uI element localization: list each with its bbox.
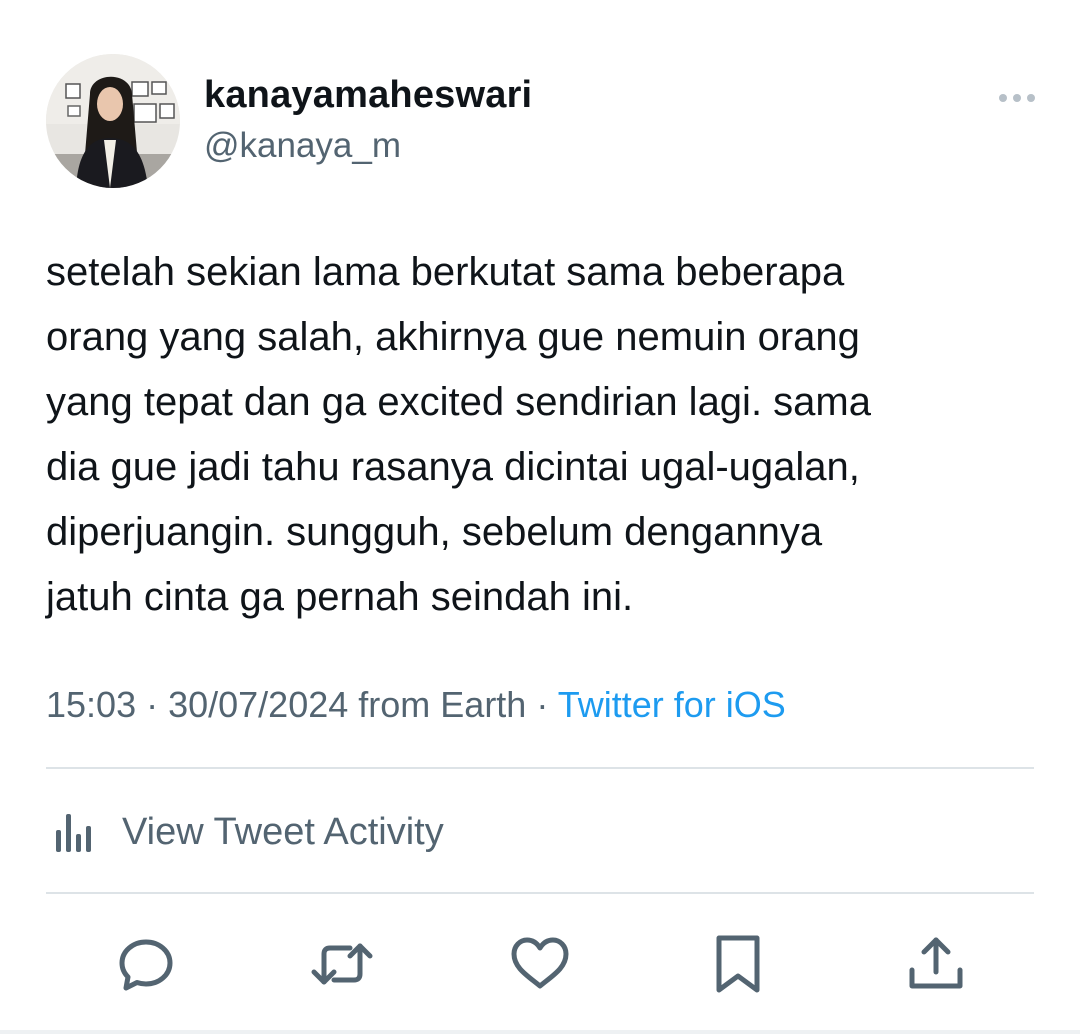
- tweet-detail-page: kanayamaheswari @kanaya_m setelah sekian…: [0, 0, 1080, 1034]
- tweet-location: from Earth: [348, 684, 527, 725]
- tweet-time: 15:03: [46, 684, 137, 725]
- divider: [46, 892, 1034, 894]
- bottom-divider: [0, 1030, 1080, 1034]
- share-icon: [909, 937, 963, 989]
- view-tweet-activity-button[interactable]: View Tweet Activity: [46, 800, 444, 864]
- more-icon: [999, 94, 1035, 102]
- reply-icon: [119, 939, 173, 991]
- reply-button[interactable]: [114, 932, 178, 996]
- tweet-date: 30/07/2024: [168, 684, 349, 725]
- avatar[interactable]: [46, 54, 180, 188]
- bookmark-icon: [716, 935, 760, 993]
- view-tweet-activity-label: View Tweet Activity: [122, 810, 444, 853]
- tweet-meta: 15:03 · 30/07/2024 from Earth · Twitter …: [46, 684, 786, 726]
- bookmark-button[interactable]: [706, 932, 770, 996]
- tweet-text: setelah sekian lama berkutat sama bebera…: [46, 250, 871, 619]
- retweet-button[interactable]: [310, 932, 374, 996]
- divider: [46, 767, 1034, 769]
- retweet-icon: [311, 943, 373, 985]
- meta-separator: ·: [526, 684, 558, 725]
- like-button[interactable]: [508, 932, 572, 996]
- profile-photo: [46, 54, 180, 188]
- user-handle[interactable]: @kanaya_m: [204, 126, 401, 166]
- share-button[interactable]: [904, 932, 968, 996]
- bar-chart-icon: [56, 814, 91, 852]
- tweet-source-link[interactable]: Twitter for iOS: [558, 684, 786, 725]
- more-options-button[interactable]: [996, 86, 1038, 110]
- display-name[interactable]: kanayamaheswari: [204, 74, 532, 117]
- meta-separator: ·: [136, 684, 169, 725]
- heart-icon: [511, 937, 569, 989]
